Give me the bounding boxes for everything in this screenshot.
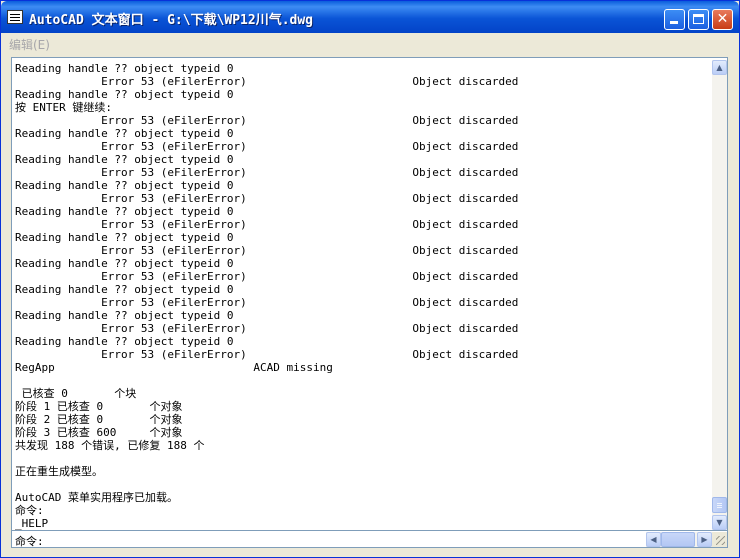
chevron-left-icon: ◀ (650, 535, 657, 544)
window-title: AutoCAD 文本窗口 - G:\下载\WP12川气.dwg (29, 13, 314, 28)
history-line: Error 53 (eFilerError) Object discarded (15, 218, 519, 231)
history-line: Reading handle ?? object typeid 0 (15, 62, 234, 75)
history-line: Reading handle ?? object typeid 0 (15, 283, 234, 296)
history-line: Error 53 (eFilerError) Object discarded (15, 140, 519, 153)
minimize-icon (670, 21, 678, 24)
command-prompt-label: 命令: (15, 535, 44, 548)
history-line: _HELP (15, 517, 49, 530)
history-line: 共发现 188 个错误, 已修复 188 个 (15, 439, 205, 452)
history-line: Reading handle ?? object typeid 0 (15, 153, 234, 166)
resize-grip-icon[interactable] (712, 532, 727, 547)
command-input[interactable] (62, 532, 647, 545)
history-line: 命令: (15, 504, 44, 517)
chevron-down-icon: ▼ (716, 518, 723, 527)
command-history: Reading handle ?? object typeid 0 Error … (15, 62, 710, 530)
horizontal-scrollbar[interactable]: ◀ ▶ (646, 532, 712, 547)
chevron-up-icon: ▲ (716, 63, 723, 72)
history-line: Error 53 (eFilerError) Object discarded (15, 296, 519, 309)
vertical-scroll-thumb[interactable] (712, 497, 727, 513)
scroll-right-button[interactable]: ▶ (697, 532, 712, 547)
history-line (15, 374, 710, 387)
history-line: Reading handle ?? object typeid 0 (15, 309, 234, 322)
history-line: Error 53 (eFilerError) Object discarded (15, 114, 519, 127)
history-line: 阶段 2 已核查 0 个对象 (15, 413, 183, 426)
history-line: Error 53 (eFilerError) Object discarded (15, 166, 519, 179)
scroll-up-button[interactable]: ▲ (712, 60, 727, 75)
chevron-right-icon: ▶ (701, 535, 708, 544)
menu-edit[interactable]: 编辑(E) (9, 36, 50, 53)
history-line: 已核查 0 个块 (15, 387, 137, 400)
command-line: 命令: (11, 531, 728, 548)
history-line: Reading handle ?? object typeid 0 (15, 257, 234, 270)
history-line: 按 ENTER 键继续: (15, 101, 112, 114)
scroll-left-button[interactable]: ◀ (646, 532, 661, 547)
history-line: Error 53 (eFilerError) Object discarded (15, 244, 519, 257)
close-icon: ✕ (716, 11, 729, 27)
text-window-icon[interactable] (7, 10, 23, 24)
history-line: Error 53 (eFilerError) Object discarded (15, 75, 519, 88)
history-line: Error 53 (eFilerError) Object discarded (15, 322, 519, 335)
close-button[interactable]: ✕ (712, 9, 733, 30)
history-line: Reading handle ?? object typeid 0 (15, 335, 234, 348)
history-text-area[interactable]: Reading handle ?? object typeid 0 Error … (11, 57, 728, 531)
horizontal-scroll-thumb[interactable] (661, 532, 695, 547)
vertical-scrollbar[interactable]: ▲ ▼ (712, 60, 727, 530)
history-line: Reading handle ?? object typeid 0 (15, 127, 234, 140)
maximize-button[interactable] (688, 9, 709, 30)
history-line: Reading handle ?? object typeid 0 (15, 179, 234, 192)
history-line: RegApp ACAD missing (15, 361, 333, 374)
history-line: Reading handle ?? object typeid 0 (15, 205, 234, 218)
maximize-icon (693, 14, 704, 24)
minimize-button[interactable] (664, 9, 685, 30)
history-line: Error 53 (eFilerError) Object discarded (15, 270, 519, 283)
history-line (15, 478, 710, 491)
history-line: Error 53 (eFilerError) Object discarded (15, 192, 519, 205)
history-line: Reading handle ?? object typeid 0 (15, 231, 234, 244)
history-line: Reading handle ?? object typeid 0 (15, 88, 234, 101)
menu-bar: 编辑(E) (1, 33, 739, 55)
history-line: 阶段 1 已核查 0 个对象 (15, 400, 183, 413)
scroll-down-button[interactable]: ▼ (712, 515, 727, 530)
autocad-text-window: AutoCAD 文本窗口 - G:\下载\WP12川气.dwg ✕ 编辑(E) … (0, 0, 740, 558)
history-line: AutoCAD 菜单实用程序已加载。 (15, 491, 178, 504)
history-line: 正在重生成模型。 (15, 465, 103, 478)
history-line: 阶段 3 已核查 600 个对象 (15, 426, 183, 439)
title-bar[interactable]: AutoCAD 文本窗口 - G:\下载\WP12川气.dwg ✕ (1, 1, 739, 33)
history-line (15, 452, 710, 465)
history-line: Error 53 (eFilerError) Object discarded (15, 348, 519, 361)
